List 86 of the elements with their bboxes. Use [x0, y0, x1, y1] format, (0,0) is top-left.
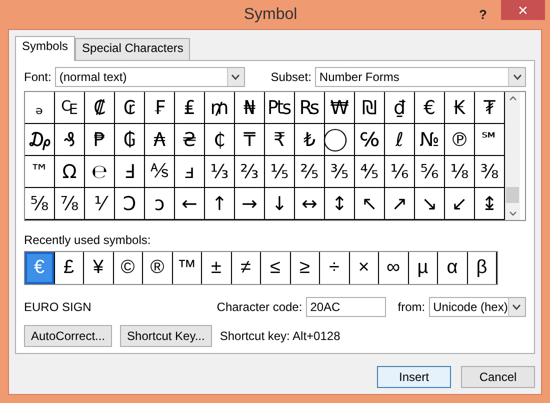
symbol-cell[interactable]: ℓ	[385, 124, 415, 156]
symbol-cell[interactable]: Ⅎ	[115, 156, 145, 188]
symbol-cell[interactable]: ⅖	[295, 156, 325, 188]
dialog-button[interactable]: Shortcut Key...	[120, 325, 212, 347]
symbol-cell[interactable]: ₸	[235, 124, 265, 156]
tab[interactable]: Symbols	[15, 36, 76, 61]
symbol-cell[interactable]: ⅘	[355, 156, 385, 188]
from-label: from:	[398, 300, 426, 314]
symbol-cell[interactable]: ⅙	[385, 156, 415, 188]
symbol-cell[interactable]: ₥	[205, 92, 235, 124]
scrollbar[interactable]	[505, 92, 520, 220]
font-label: Font:	[24, 70, 52, 84]
symbol-cell[interactable]: ←	[175, 188, 205, 220]
symbol-cell[interactable]: Ↄ	[115, 188, 145, 220]
from-dropdown[interactable]: Unicode (hex)	[429, 297, 526, 317]
symbol-cell[interactable]: ₯	[25, 124, 55, 156]
symbol-cell[interactable]: ⅍	[145, 156, 175, 188]
symbol-cell[interactable]: ₫	[385, 92, 415, 124]
symbol-cell[interactable]: ₨	[295, 92, 325, 124]
symbol-cell[interactable]: ⅛	[445, 156, 475, 188]
symbol-cell[interactable]: ↓	[265, 188, 295, 220]
symbol-cell[interactable]: ₪	[355, 92, 385, 124]
symbol-cell[interactable]: ₰	[55, 124, 85, 156]
help-button[interactable]: ?	[473, 7, 493, 22]
symbol-cell[interactable]: ↘	[415, 188, 445, 220]
dialog-button[interactable]: AutoCorrect...	[24, 325, 112, 347]
symbol-cell[interactable]: ↄ	[145, 188, 175, 220]
character-code-label: Character code:	[216, 300, 302, 314]
font-dropdown[interactable]: (normal text)	[55, 67, 245, 87]
symbol-cell[interactable]: ⅞	[55, 188, 85, 220]
scroll-up-icon[interactable]	[508, 96, 516, 101]
shortcut-key-text: Shortcut key: Alt+0128	[220, 329, 340, 343]
symbol-cell[interactable]: ⅓	[205, 156, 235, 188]
dropdown-value: (normal text)	[58, 70, 128, 84]
symbol-cell[interactable]: ™	[25, 156, 55, 188]
symbol-cell[interactable]: ₲	[115, 124, 145, 156]
symbol-cell[interactable]: ₳	[145, 124, 175, 156]
symbol-cell[interactable]: Ω	[55, 156, 85, 188]
symbol-cell[interactable]: ₦	[235, 92, 265, 124]
insert-button[interactable]: Insert	[377, 366, 451, 388]
symbol-cell[interactable]: ⅔	[235, 156, 265, 188]
scroll-thumb[interactable]	[506, 187, 519, 203]
scroll-down-icon[interactable]	[508, 211, 516, 216]
recent-label: Recently used symbols:	[24, 233, 152, 247]
symbol-cell[interactable]: ⅝	[25, 188, 55, 220]
symbol-cell[interactable]: ↗	[385, 188, 415, 220]
symbol-cell[interactable]: ₴	[175, 124, 205, 156]
cancel-button[interactable]: Cancel	[461, 366, 535, 388]
symbol-cell[interactable]: €	[415, 92, 445, 124]
subset-dropdown[interactable]: Number Forms	[315, 67, 526, 87]
symbol-cell[interactable]: ₩	[325, 92, 355, 124]
symbol-cell[interactable]: ₧	[265, 92, 295, 124]
symbol-cell[interactable]: ₡	[85, 92, 115, 124]
dropdown-value: Unicode (hex)	[432, 300, 508, 314]
symbol-cell[interactable]: ℅	[355, 124, 385, 156]
symbol-cell[interactable]: ↙	[445, 188, 475, 220]
symbol-cell[interactable]: ↔	[295, 188, 325, 220]
symbol-cell[interactable]: ⅎ	[175, 156, 205, 188]
symbol-cell[interactable]: ⅚	[415, 156, 445, 188]
dropdown-value: Number Forms	[318, 70, 400, 84]
symbol-cell[interactable]: ₺	[295, 124, 325, 156]
character-name: EURO SIGN	[24, 300, 92, 314]
symbol-cell[interactable]: ℮	[85, 156, 115, 188]
window-title: Symbol	[242, 6, 298, 24]
symbol-cell[interactable]: ₣	[145, 92, 175, 124]
symbol-cell[interactable]: ⅗	[325, 156, 355, 188]
symbol-cell[interactable]: ℗	[445, 124, 475, 156]
symbol-cell[interactable]: →	[235, 188, 265, 220]
subset-label: Subset:	[270, 70, 312, 84]
symbol-cell[interactable]: ₱	[85, 124, 115, 156]
symbol-cell[interactable]: ↖	[355, 188, 385, 220]
symbol-cell[interactable]: ₠	[55, 92, 85, 124]
close-button[interactable]: ✕	[501, 0, 545, 20]
symbol-cell[interactable]: ₤	[175, 92, 205, 124]
tab[interactable]: Special Characters	[75, 38, 190, 60]
symbol-cell[interactable]: ⅟	[85, 188, 115, 220]
symbol-cell[interactable]: ↑	[205, 188, 235, 220]
symbol-cell[interactable]: ⅕	[265, 156, 295, 188]
symbol-cell[interactable]: ₵	[205, 124, 235, 156]
symbol-cell[interactable]: ₢	[115, 92, 145, 124]
symbol-cell[interactable]: ↕	[325, 188, 355, 220]
character-code-field[interactable]: 20AC	[306, 297, 386, 317]
symbol-cell[interactable]: №	[415, 124, 445, 156]
symbol-cell[interactable]: ₭	[445, 92, 475, 124]
symbol-cell[interactable]: ₔ	[25, 92, 55, 124]
symbol-cell[interactable]: ₹	[265, 124, 295, 156]
